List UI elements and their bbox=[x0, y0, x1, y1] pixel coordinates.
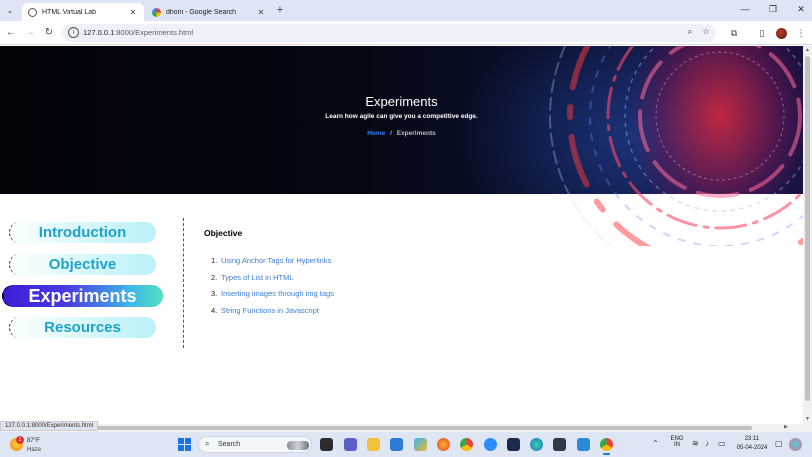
search-highlight-art bbox=[287, 441, 309, 450]
search-icon: ⌕ bbox=[205, 439, 210, 448]
zoom-app-icon[interactable] bbox=[484, 438, 497, 451]
list-item: 3. Inserting images through img tags bbox=[211, 289, 334, 298]
tab-html-virtual-lab[interactable]: HTML Virtual Lab ✕ bbox=[22, 3, 144, 21]
task-view-icon[interactable] bbox=[320, 438, 333, 451]
site-info-icon[interactable]: i bbox=[68, 27, 79, 38]
url-text[interactable]: 127.0.0.1:8000/Experiments.html bbox=[83, 28, 193, 37]
chrome-icon[interactable] bbox=[460, 438, 473, 451]
globe-icon bbox=[28, 7, 37, 17]
weather-condition: Haze bbox=[27, 447, 42, 453]
hero-banner: Experiments Learn how agile can give you… bbox=[0, 46, 803, 246]
zoom-icon[interactable]: ⌕ bbox=[684, 27, 696, 37]
teams-icon[interactable] bbox=[344, 438, 357, 451]
notifications-icon[interactable]: ▢ bbox=[775, 439, 783, 448]
weather-temperature: 87°F bbox=[27, 438, 40, 444]
tab-title: dhoni - Google Search bbox=[166, 8, 237, 16]
sidebar-item-introduction[interactable]: Introduction bbox=[9, 222, 156, 243]
vscode-icon[interactable] bbox=[577, 438, 590, 451]
clock[interactable]: 23:11 05-04-2024 bbox=[732, 435, 772, 453]
chrome-active-icon[interactable] bbox=[600, 438, 613, 455]
window-close-icon[interactable]: ✕ bbox=[792, 4, 810, 15]
tab-search-icon[interactable]: ⌄ bbox=[4, 5, 16, 17]
battery-icon[interactable]: ▭ bbox=[718, 439, 726, 448]
file-explorer-icon[interactable] bbox=[367, 438, 380, 451]
weather-widget[interactable]: 1 87°F Haze bbox=[8, 435, 68, 455]
kebab-menu-icon[interactable]: ⋮ bbox=[794, 26, 808, 40]
address-bar[interactable]: i 127.0.0.1:8000/Experiments.html ⌕ ☆ bbox=[62, 24, 716, 42]
close-icon[interactable]: ✕ bbox=[256, 8, 266, 17]
profile-avatar[interactable] bbox=[776, 28, 787, 39]
breadcrumb-separator: / bbox=[390, 130, 392, 137]
page-viewport: Experiments Learn how agile can give you… bbox=[0, 46, 803, 424]
side-panel-icon[interactable]: ▯ bbox=[755, 26, 769, 40]
content-heading: Objective bbox=[204, 228, 243, 238]
breadcrumb-current: Experiments bbox=[396, 130, 436, 137]
horizontal-scrollbar[interactable]: ▶ bbox=[0, 424, 812, 432]
extensions-icon[interactable]: ⧉ bbox=[727, 26, 741, 40]
experiment-link-img-tags[interactable]: Inserting images through img tags bbox=[221, 289, 334, 298]
tab-title: HTML Virtual Lab bbox=[42, 8, 97, 16]
wifi-icon[interactable]: ≋ bbox=[692, 439, 699, 448]
reload-icon[interactable]: ↻ bbox=[42, 26, 56, 40]
list-item: 1. Using Anchor Tags for Hyperlinks bbox=[211, 256, 332, 265]
breadcrumb-home-link[interactable]: Home bbox=[367, 130, 385, 137]
firefox-icon[interactable] bbox=[437, 438, 450, 451]
store-icon[interactable] bbox=[390, 438, 403, 451]
back-arrow-icon[interactable]: ← bbox=[4, 26, 18, 40]
tab-strip: ⌄ HTML Virtual Lab ✕ dhoni - Google Sear… bbox=[0, 0, 812, 21]
forward-arrow-icon[interactable]: → bbox=[23, 26, 37, 40]
language-indicator[interactable]: ENG IN bbox=[667, 436, 687, 448]
vertical-scrollbar[interactable]: ▲ ▼ bbox=[803, 46, 812, 424]
command-prompt-icon[interactable] bbox=[553, 438, 566, 451]
link-status-bubble: 127.0.0.1:8000/Experiments.html bbox=[0, 421, 99, 431]
taskbar-search-box[interactable]: ⌕ Search bbox=[198, 436, 312, 453]
copilot-icon[interactable] bbox=[789, 438, 802, 451]
browser-toolbar: ← → ↻ i 127.0.0.1:8000/Experiments.html … bbox=[0, 21, 812, 45]
list-item: 2. Types of List in HTML bbox=[211, 272, 294, 282]
restore-icon[interactable]: ❐ bbox=[764, 4, 782, 15]
experiment-link-anchor-tags[interactable]: Using Anchor Tags for Hyperlinks bbox=[221, 256, 331, 265]
scroll-down-arrow-icon[interactable]: ▼ bbox=[803, 416, 812, 422]
list-item: 4. String Functions in Javascript bbox=[211, 305, 319, 315]
windows-start-icon[interactable] bbox=[178, 438, 191, 451]
notification-badge: 1 bbox=[16, 436, 24, 444]
scroll-up-arrow-icon[interactable]: ▲ bbox=[803, 47, 812, 53]
taskbar: 1 87°F Haze ⌕ Search ⌃ ENG IN ≋ ♪ ▭ 23:1… bbox=[0, 432, 812, 457]
scroll-right-arrow-icon[interactable]: ▶ bbox=[784, 424, 788, 430]
volume-icon[interactable]: ♪ bbox=[705, 439, 709, 448]
page-subtitle: Learn how agile can give you a competiti… bbox=[325, 113, 478, 120]
vertical-scroll-thumb[interactable] bbox=[805, 56, 810, 401]
clock-date: 05-04-2024 bbox=[736, 445, 768, 451]
hero-tech-rings-graphic bbox=[549, 46, 803, 246]
google-icon bbox=[152, 7, 161, 17]
chevron-up-icon[interactable]: ⌃ bbox=[652, 439, 659, 448]
terminal-app-icon[interactable] bbox=[507, 438, 520, 451]
horizontal-scroll-thumb[interactable] bbox=[96, 426, 752, 430]
sidebar-item-objective[interactable]: Objective bbox=[9, 254, 156, 275]
experiment-link-string-functions[interactable]: String Functions in Javascript bbox=[221, 306, 319, 315]
clock-time: 23:11 bbox=[744, 436, 760, 442]
minimize-icon[interactable]: — bbox=[736, 4, 754, 14]
edge-icon[interactable] bbox=[530, 438, 543, 451]
page-title: Experiments bbox=[365, 94, 438, 109]
taskbar-search-label: Search bbox=[218, 441, 241, 448]
plus-icon[interactable]: + bbox=[274, 4, 286, 16]
close-icon[interactable]: ✕ bbox=[128, 8, 138, 17]
sidebar-item-experiments[interactable]: Experiments bbox=[2, 285, 163, 307]
region-code: IN bbox=[674, 442, 680, 448]
star-icon[interactable]: ☆ bbox=[700, 27, 712, 36]
experiments-list: 1. Using Anchor Tags for Hyperlinks 2. Typ… bbox=[211, 256, 334, 322]
section-divider bbox=[183, 218, 184, 348]
sidebar-item-resources[interactable]: Resources bbox=[9, 317, 156, 338]
tab-google-search[interactable]: dhoni - Google Search ✕ bbox=[146, 3, 272, 21]
experiment-link-list-types[interactable]: Types of List in HTML bbox=[221, 273, 294, 282]
breadcrumb: Home / Experiments bbox=[0, 130, 803, 137]
sticky-app-icon[interactable] bbox=[414, 438, 427, 451]
